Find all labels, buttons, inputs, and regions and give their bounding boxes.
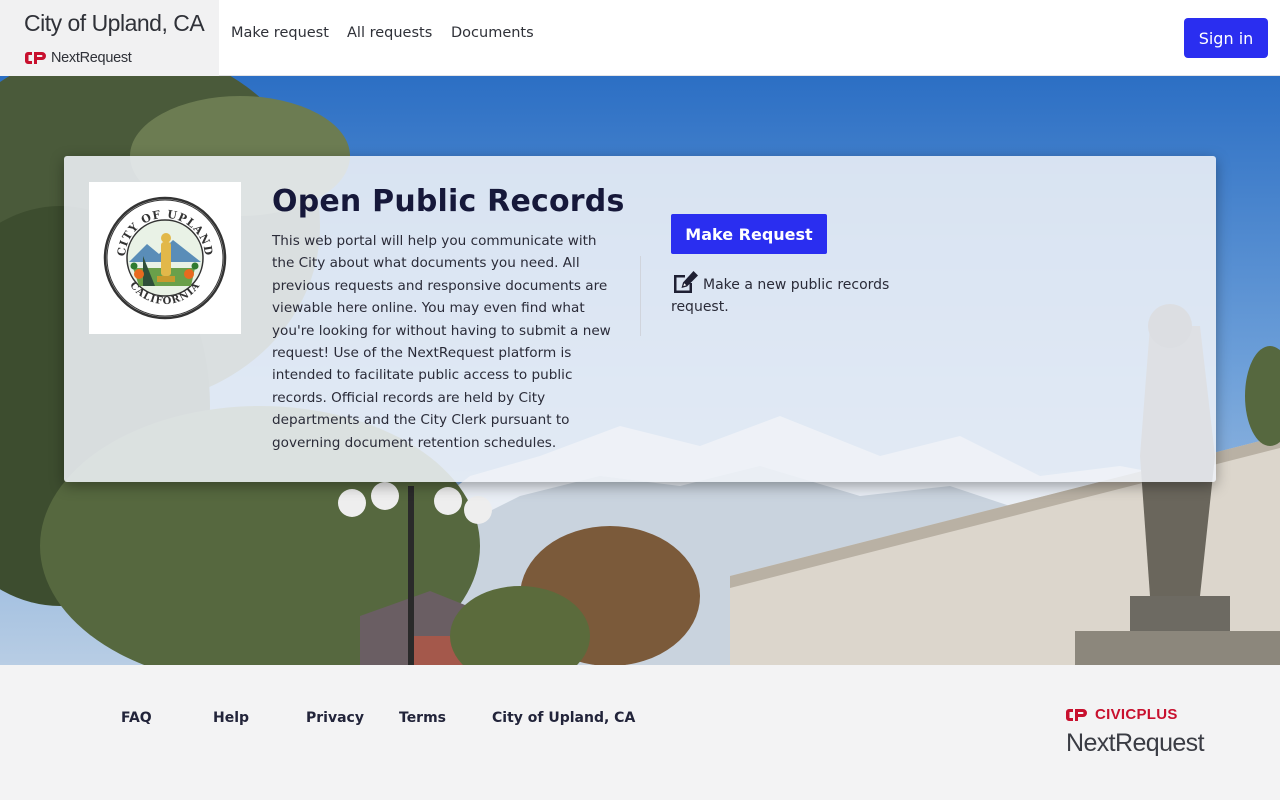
make-request-description: Make a new public records request.	[671, 277, 890, 316]
footer: FAQ Help Privacy Terms City of Upland, C…	[0, 665, 1280, 800]
nav-documents[interactable]: Documents	[451, 25, 534, 41]
nextrequest-wordmark: NextRequest	[1066, 729, 1205, 757]
portal-description: This web portal will help you communicat…	[272, 233, 611, 451]
brand-name: NextRequest	[51, 50, 132, 66]
footer-terms-link[interactable]: Terms	[399, 710, 446, 726]
civicplus-wordmark: CIVICPLUS	[1095, 706, 1178, 723]
page-title: Open Public Records	[272, 184, 625, 219]
city-seal-icon: CITY OF UPLAND CALIFORNIA	[103, 196, 227, 320]
civicplus-mark-icon	[25, 52, 46, 64]
brand-block[interactable]: City of Upland, CA NextRequest	[0, 0, 219, 76]
nextrequest-logo: NextRequest	[25, 49, 132, 67]
hero-card: CITY OF UPLAND CALIFORNIA Open Public Re…	[64, 156, 1216, 482]
footer-city-link[interactable]: City of Upland, CA	[492, 710, 635, 726]
footer-faq-link[interactable]: FAQ	[121, 710, 152, 726]
sign-in-button[interactable]: Sign in	[1184, 18, 1268, 58]
city-name[interactable]: City of Upland, CA	[24, 10, 205, 37]
nav-all-requests[interactable]: All requests	[347, 25, 432, 41]
make-request-button[interactable]: Make Request	[671, 214, 827, 254]
civicplus-logo: CIVICPLUS	[1066, 706, 1178, 723]
top-navbar: City of Upland, CA NextRequest Make requ…	[0, 0, 1280, 76]
civicplus-mark-icon	[1066, 708, 1087, 721]
city-seal-logo: CITY OF UPLAND CALIFORNIA	[89, 182, 241, 334]
nav-make-request[interactable]: Make request	[231, 25, 329, 41]
vertical-divider	[640, 256, 641, 336]
footer-privacy-link[interactable]: Privacy	[306, 710, 364, 726]
footer-help-link[interactable]: Help	[213, 710, 249, 726]
